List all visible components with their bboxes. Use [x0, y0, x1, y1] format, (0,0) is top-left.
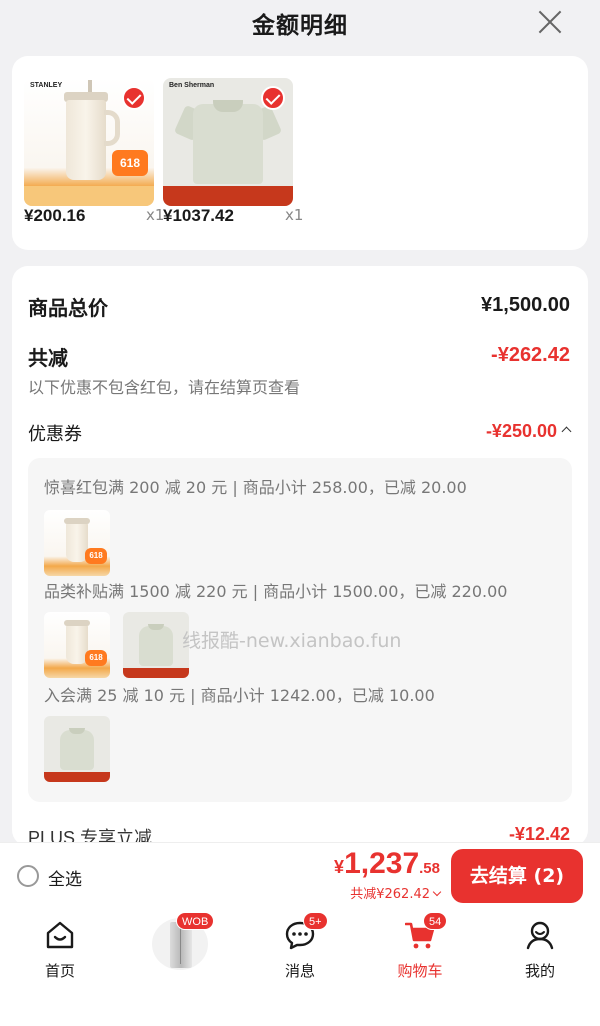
chevron-down-icon: [432, 887, 442, 897]
cart-badge: 54: [423, 912, 448, 930]
saved-amount-toggle[interactable]: 共减¥262.42: [350, 883, 442, 902]
coupon-line: 惊喜红包满 200 减 20 元 | 商品小计 258.00，已减 20.00: [44, 478, 467, 497]
product-quantity: x1: [285, 206, 304, 224]
checkout-button[interactable]: 去结算 (2): [451, 849, 583, 903]
checked-icon[interactable]: [261, 86, 285, 110]
tab-label: 购物车: [397, 962, 443, 980]
total-price-label: 商品总价: [28, 296, 108, 320]
product-item[interactable]: STANLEY 618 ¥200.16 x1: [24, 78, 164, 225]
total-amount: ¥1,237.58: [334, 847, 440, 880]
product-item[interactable]: Ben Sherman ¥1037.42 x1: [163, 78, 303, 225]
wob-badge: WOB: [176, 912, 215, 930]
product-thumbnail: 618: [44, 612, 110, 678]
coupon-toggle[interactable]: -¥250.00: [485, 421, 572, 442]
header: 金额明细: [0, 0, 600, 48]
profile-icon: [526, 921, 554, 950]
close-icon[interactable]: [536, 8, 564, 36]
product-thumbnail: 618: [44, 510, 110, 576]
checked-icon[interactable]: [122, 86, 146, 110]
brand-logo: STANLEY: [30, 82, 63, 89]
products-card: STANLEY 618 ¥200.16 x1 Ben Sherman ¥1037…: [12, 56, 588, 250]
page-title: 金额明细: [252, 13, 348, 39]
product-thumbnail: [44, 716, 110, 782]
tab-label: 首页: [44, 962, 75, 980]
coupon-value: -¥250.00: [485, 421, 557, 441]
chevron-up-icon: [561, 426, 572, 437]
select-all-radio[interactable]: [17, 865, 39, 887]
product-quantity: x1: [146, 206, 165, 224]
watermark-text: 线报酷-new.xianbao.fun: [182, 630, 402, 652]
home-icon: [46, 921, 74, 949]
coupon-line: 品类补贴满 1500 减 220 元 | 商品小计 1500.00，已减 220…: [44, 582, 508, 601]
price-details-card: 商品总价 ¥1,500.00 共减 -¥262.42 以下优惠不包含红包，请在结…: [12, 266, 588, 846]
discount-value: -¥262.42: [491, 344, 570, 366]
product-thumbnail: [123, 612, 189, 678]
promo-badge: 618: [112, 150, 148, 176]
total-price-value: ¥1,500.00: [481, 294, 570, 316]
coupon-label: 优惠券: [28, 424, 82, 445]
discount-note: 以下优惠不包含红包，请在结算页查看: [28, 378, 301, 397]
select-all-label[interactable]: 全选: [48, 865, 82, 890]
discount-label: 共减: [28, 346, 68, 370]
product-image: STANLEY 618: [24, 78, 154, 206]
product-price: ¥200.16: [24, 206, 86, 225]
bottom-tab-bar: 首页 WOB 5+ 消息 54 购物车 我的: [0, 908, 600, 1026]
brand-logo: Ben Sherman: [169, 82, 215, 89]
coupon-line: 入会满 25 减 10 元 | 商品小计 1242.00，已减 10.00: [44, 686, 435, 705]
product-price: ¥1037.42: [163, 206, 234, 225]
product-image: Ben Sherman: [163, 78, 293, 206]
tab-label: 我的: [524, 962, 555, 980]
tab-label: 消息: [284, 962, 315, 980]
message-badge: 5+: [303, 912, 328, 930]
checkout-bar: 全选 ¥1,237.58 共减¥262.42 去结算 (2): [0, 842, 600, 908]
